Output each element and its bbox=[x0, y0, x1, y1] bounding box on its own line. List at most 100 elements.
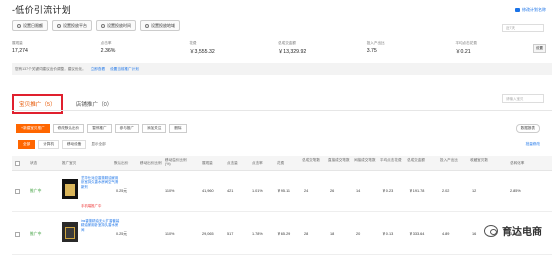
stat-label: 展现量 bbox=[12, 41, 23, 45]
default-bid[interactable]: 0.25元 bbox=[116, 232, 127, 237]
stat-impressions: 展现量 17,274 bbox=[12, 41, 101, 55]
bulk-edit-link[interactable]: 批量修改 bbox=[526, 142, 540, 147]
budget-icon bbox=[17, 23, 21, 28]
delete-button[interactable]: 删除 bbox=[169, 124, 187, 133]
header-default-bid: 默认出价 bbox=[114, 161, 129, 165]
stat-label: 总成交金额 bbox=[278, 41, 296, 45]
watermark: 育达电商 bbox=[484, 223, 542, 238]
pause-button[interactable]: 暂停推广 bbox=[87, 124, 112, 133]
cell-clicks: 517 bbox=[227, 232, 234, 236]
cell-clicks: 421 bbox=[227, 189, 234, 193]
location-icon bbox=[145, 23, 149, 28]
date-range-select[interactable]: 近7天 bbox=[502, 24, 544, 32]
cell-impressions: 41,960 bbox=[202, 189, 214, 193]
set-region-button[interactable]: 设置投放地域 bbox=[140, 20, 180, 31]
cell-gmv: ￥191.78 bbox=[409, 189, 425, 193]
table-row: 推广中 ins香薰精油无火扩香套装精油家用卧室持久香水房间 0.25元 110%… bbox=[12, 212, 552, 255]
display-select[interactable]: 显示全部 bbox=[91, 142, 105, 147]
stat-value: 2.36% bbox=[100, 48, 116, 54]
header-conversion: 总转化率 bbox=[510, 161, 525, 165]
header-direct-orders: 直接成交笔数 bbox=[328, 158, 350, 162]
stat-spend: 花费 ￥3,555.32 bbox=[189, 41, 278, 55]
filter-computer[interactable]: 计算机 bbox=[38, 140, 59, 149]
cell-direct-orders: 18 bbox=[330, 232, 335, 236]
cell-favorites: 16 bbox=[472, 232, 477, 236]
product-image[interactable] bbox=[62, 179, 78, 199]
resume-button[interactable]: 参与推广 bbox=[114, 124, 139, 133]
product-image[interactable] bbox=[62, 222, 78, 242]
product-box bbox=[65, 227, 75, 239]
cell-roi: 2.02 bbox=[442, 189, 450, 193]
follow-button[interactable]: 添加关注 bbox=[141, 124, 167, 133]
table-toolbar: +新建宝贝推广 修改默认出价 暂停推广 参与推广 添加关注 删除 bbox=[16, 124, 187, 133]
header-gmv: 总成交金额 bbox=[407, 158, 425, 162]
row-checkbox[interactable] bbox=[15, 232, 20, 237]
stats-settings-button[interactable]: 设置 bbox=[532, 44, 546, 53]
edit-plan-link[interactable]: 修改计划名称 bbox=[515, 7, 546, 13]
header-favorites: 收藏宝贝数 bbox=[470, 158, 488, 162]
cell-indirect-orders: 20 bbox=[356, 232, 361, 236]
edit-icon bbox=[515, 8, 520, 12]
filter-all[interactable]: 全部 bbox=[18, 140, 36, 149]
stat-value: ￥3,555.32 bbox=[189, 49, 215, 55]
promotion-tabs: 宝贝推广（5） 店铺推广（0） bbox=[12, 94, 117, 114]
item-search-input[interactable]: 请输入宝贝 bbox=[502, 94, 544, 103]
info-plan-link[interactable]: 设置当前推广计划 bbox=[110, 67, 139, 72]
filter-mobile[interactable]: 移动设备 bbox=[61, 140, 87, 149]
row-checkbox[interactable] bbox=[15, 189, 20, 194]
stat-ctr: 点击率 2.36% bbox=[101, 41, 190, 55]
header-spend: 花费 bbox=[277, 161, 285, 165]
set-daily-budget-button[interactable]: 设置日限额 bbox=[12, 20, 48, 31]
set-time-button[interactable]: 设置投放时间 bbox=[96, 20, 136, 31]
clock-icon bbox=[101, 23, 105, 28]
cell-conversion: 2.85% bbox=[510, 189, 521, 193]
select-all-checkbox[interactable] bbox=[15, 161, 20, 166]
set-time-label: 设置投放时间 bbox=[107, 22, 131, 28]
data-report-button[interactable]: 数据报表 bbox=[515, 124, 540, 133]
table-header: 状态 推广宝贝 默认出价 移动出价比例 移动溢价比例(%) 展现量 点击量 点击… bbox=[12, 156, 552, 171]
stat-roi: 投入产出比 3.75 bbox=[367, 41, 456, 55]
cell-ctr: 1.78% bbox=[252, 232, 263, 236]
cell-avg-cpc: ￥0.23 bbox=[382, 189, 394, 193]
cell-avg-cpc: ￥0.13 bbox=[382, 232, 394, 236]
edit-default-bid-button[interactable]: 修改默认出价 bbox=[52, 124, 85, 133]
set-region-label: 设置投放地域 bbox=[151, 22, 175, 28]
mobile-ratio: 110% bbox=[165, 189, 175, 193]
new-item-promotion-button[interactable]: +新建宝贝推广 bbox=[16, 124, 50, 133]
product-name[interactable]: 芝华仕对应香薰精油家用卧室持久香水房间空气清新剂 bbox=[81, 176, 121, 189]
header-mobile-ratio: 移动出价比例 bbox=[140, 161, 162, 165]
set-daily-budget-label: 设置日限额 bbox=[23, 22, 43, 28]
header-clicks: 点击量 bbox=[227, 161, 238, 165]
platform-icon bbox=[57, 23, 61, 28]
stat-label: 投入产出比 bbox=[366, 41, 385, 45]
default-bid[interactable]: 0.25元 bbox=[116, 189, 127, 194]
header-status: 状态 bbox=[30, 161, 38, 165]
product-name[interactable]: ins香薰精油无火扩香套装精油家用卧室持久香水房间 bbox=[81, 219, 121, 232]
header-impressions: 展现量 bbox=[202, 161, 213, 165]
stat-label: 花费 bbox=[189, 41, 197, 45]
stat-label: 点击率 bbox=[100, 41, 112, 45]
table-row: 推广中 芝华仕对应香薰精油家用卧室持久香水房间空气清新剂 手机端推广中 0.25… bbox=[12, 171, 552, 212]
cell-total-orders: 24 bbox=[304, 189, 309, 193]
cell-direct-orders: 26 bbox=[330, 189, 335, 193]
cell-roi: 4.89 bbox=[442, 232, 450, 236]
stat-value: ￥0.21 bbox=[455, 49, 471, 55]
set-platform-label: 设置投放平台 bbox=[63, 22, 87, 28]
cell-spend: ￥65.29 bbox=[277, 232, 291, 236]
stat-label: 平均点击花费 bbox=[455, 41, 477, 45]
watermark-text: 育达电商 bbox=[502, 227, 542, 238]
cell-spend: ￥95.11 bbox=[277, 189, 291, 193]
cell-favorites: 12 bbox=[472, 189, 477, 193]
stat-gmv: 总成交金额 ￥13,329.92 bbox=[278, 41, 367, 55]
header-mobile-premium: 移动溢价比例(%) bbox=[165, 158, 187, 167]
info-view-link[interactable]: 立即查看 bbox=[91, 67, 105, 72]
tab-item-promotion[interactable]: 宝贝推广（5） bbox=[12, 94, 63, 114]
wechat-icon bbox=[484, 224, 498, 237]
product-tag: 手机端推广中 bbox=[81, 204, 102, 208]
set-platform-button[interactable]: 设置投放平台 bbox=[52, 20, 92, 31]
plan-actions: 设置日限额 设置投放平台 设置投放时间 设置投放地域 bbox=[12, 20, 180, 31]
device-filters: 全部 计算机 移动设备 显示全部 bbox=[18, 140, 106, 149]
stat-cpc: 平均点击花费 ￥0.21 bbox=[455, 41, 544, 55]
info-bar: 您有137个关键词建议出价调整，建议优化。 立即查看 设置当前推广计划 bbox=[12, 63, 552, 75]
row-status: 推广中 bbox=[30, 232, 42, 236]
